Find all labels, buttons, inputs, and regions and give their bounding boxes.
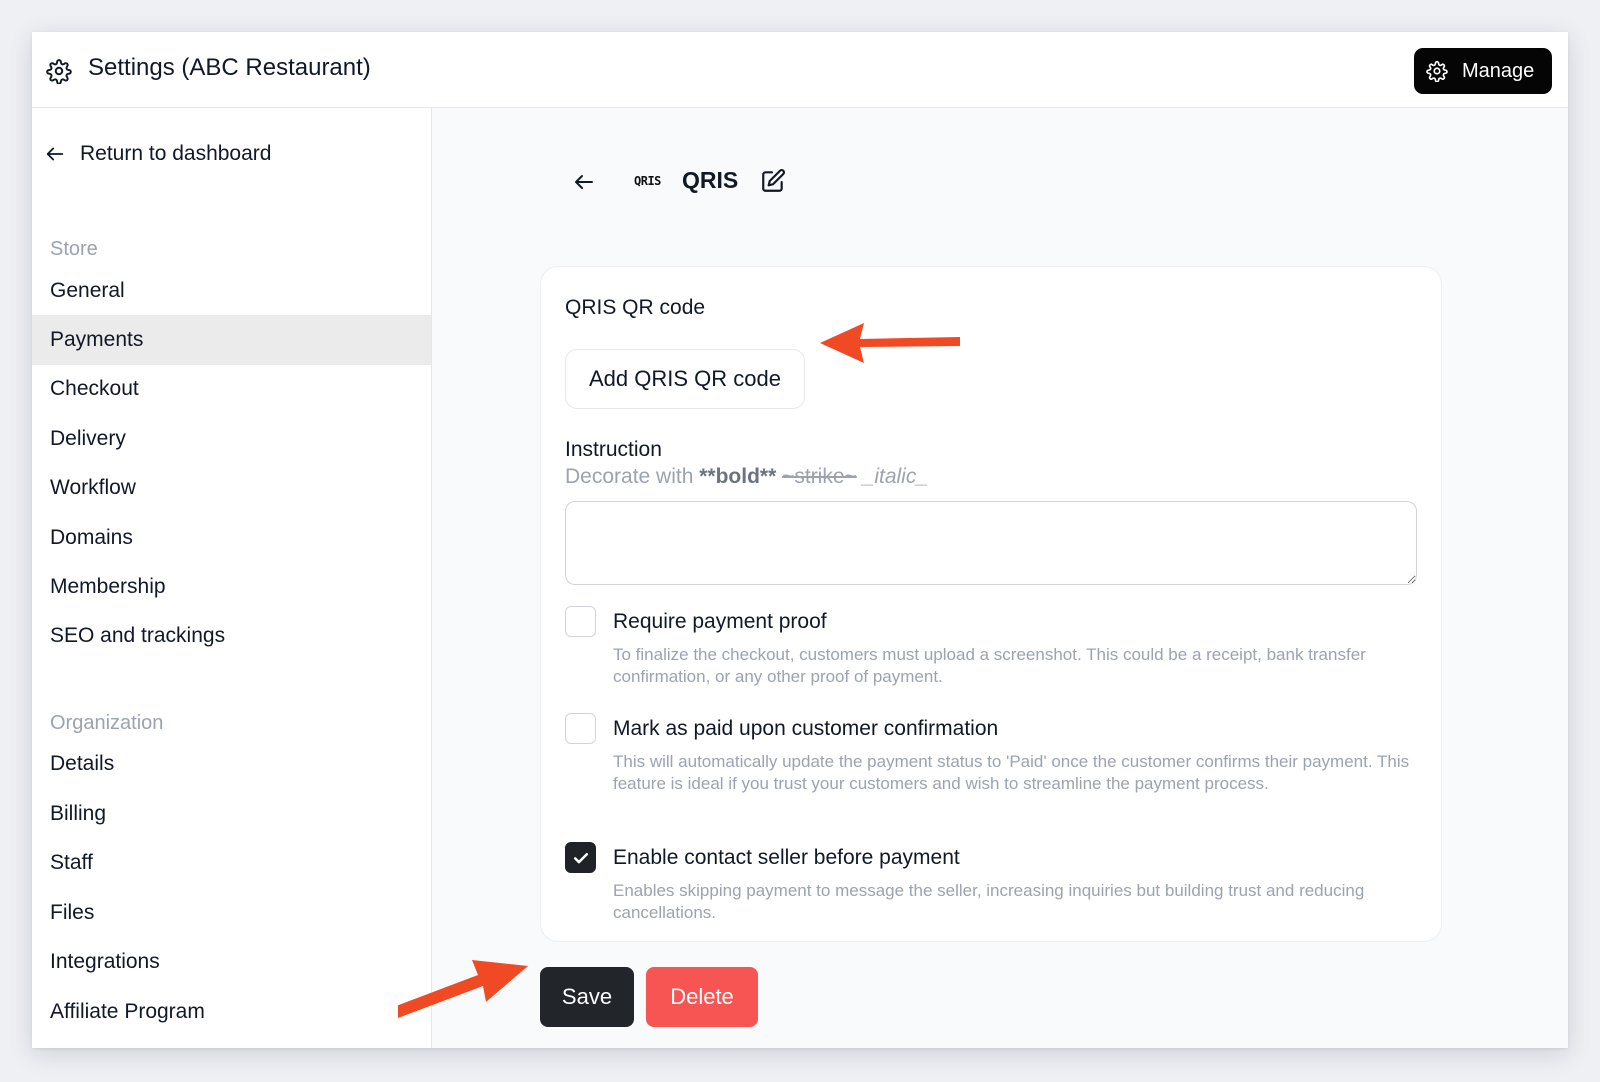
return-to-dashboard-link[interactable]: Return to dashboard (44, 138, 271, 170)
page-header-title: Settings (ABC Restaurant) (88, 54, 371, 81)
enable-contact-seller-title: Enable contact seller before payment (613, 846, 960, 869)
edit-icon[interactable] (760, 168, 786, 194)
add-qris-qr-code-button[interactable]: Add QRIS QR code (565, 349, 805, 409)
annotation-arrow (398, 960, 528, 1018)
qr-code-section-label: QRIS QR code (565, 296, 706, 319)
manage-button[interactable]: Manage (1414, 48, 1552, 94)
mark-as-paid-title: Mark as paid upon customer confirmation (613, 717, 999, 740)
require-payment-proof-title: Require payment proof (613, 610, 827, 633)
sidebar-item-domains[interactable]: Domains (32, 513, 431, 563)
organization-section-label: Organization (50, 712, 164, 734)
sidebar-item-delivery[interactable]: Delivery (32, 414, 431, 464)
sidebar-item-seo-and-trackings[interactable]: SEO and trackings (32, 611, 431, 661)
hint-bold: **bold** (699, 465, 777, 488)
sidebar-item-affiliate-program[interactable]: Affiliate Program (32, 987, 431, 1037)
qris-logo: QRIS (634, 174, 661, 188)
delete-button[interactable]: Delete (646, 967, 758, 1027)
gear-icon (46, 59, 72, 84)
arrow-left-icon (46, 147, 64, 161)
mark-as-paid-description: This will automatically update the payme… (613, 752, 1410, 793)
store-section-label: Store (50, 238, 98, 260)
page-title: QRIS (682, 167, 739, 193)
save-button[interactable]: Save (540, 967, 634, 1027)
main-content: QRIS QRIS QRIS QR code Add QRIS QR code … (432, 108, 1568, 1048)
enable-contact-seller-checkbox[interactable] (565, 842, 596, 873)
sidebar-item-staff[interactable]: Staff (32, 838, 431, 888)
qris-settings-card: QRIS QR code Add QRIS QR code Instructio… (540, 266, 1442, 942)
require-payment-proof-checkbox[interactable] (565, 606, 596, 637)
return-label: Return to dashboard (80, 142, 272, 165)
sidebar-item-files[interactable]: Files (32, 888, 431, 938)
sidebar-item-integrations[interactable]: Integrations (32, 937, 431, 987)
hint-prefix: Decorate with (565, 465, 700, 488)
annotation-arrow (820, 323, 960, 363)
instruction-label: Instruction (565, 438, 662, 461)
sidebar-item-details[interactable]: Details (32, 739, 431, 789)
instruction-format-hint: Decorate with **bold** ~strike~ _italic_ (565, 465, 928, 489)
sidebar-item-membership[interactable]: Membership (32, 562, 431, 612)
arrow-left-icon[interactable] (572, 170, 596, 194)
mark-as-paid-checkbox[interactable] (565, 713, 596, 744)
sidebar-item-general[interactable]: General (32, 266, 431, 316)
sidebar-item-billing[interactable]: Billing (32, 789, 431, 839)
hint-italic: _italic_ (862, 465, 929, 488)
require-payment-proof-description: To finalize the checkout, customers must… (613, 645, 1366, 686)
manage-button-label: Manage (1462, 59, 1535, 82)
settings-window: Settings (ABC Restaurant) Manage Return … (32, 32, 1568, 1048)
gear-icon (1426, 60, 1448, 82)
sidebar-item-checkout[interactable]: Checkout (32, 364, 431, 414)
hint-strike: ~strike~ (782, 465, 857, 488)
enable-contact-seller-description: Enables skipping payment to message the … (613, 881, 1365, 922)
check-icon (573, 852, 588, 863)
sidebar-item-payments[interactable]: Payments (32, 315, 431, 365)
sidebar: Return to dashboard Store General Paymen… (32, 108, 432, 1048)
sidebar-item-workflow[interactable]: Workflow (32, 463, 431, 513)
top-bar: Settings (ABC Restaurant) Manage (32, 32, 1568, 108)
instruction-textarea[interactable] (565, 501, 1417, 585)
